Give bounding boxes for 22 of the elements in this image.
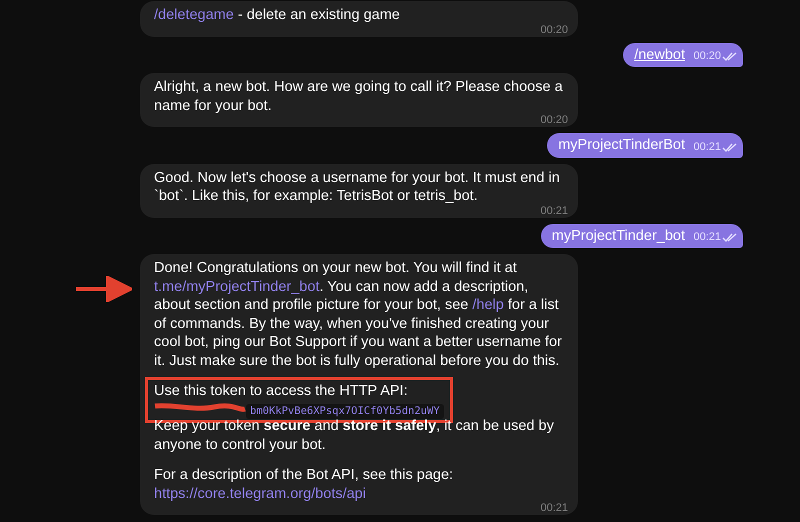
message-text: Good. Now let's choose a username for your bot. It must end in `bot`. Like this, for example: TetrisBot or tetris_bot. (154, 168, 561, 206)
message-time: 00:21 (540, 503, 568, 514)
message-time: 00:20 (540, 115, 568, 126)
message-text: Done! Congratulations on your new bot. You will find it at t.me/myProjectTinder_bot. You can now add a description, about section and profile picture for your bot, see /help for a list of commands. By the way, when you've finished creating your cool bot, ping our Bot Support if you want a better username for it. Just make sure the bot is fully operational before you do this. (154, 259, 563, 370)
link[interactable]: /newbot (634, 46, 685, 62)
link[interactable]: https://core.telegram.org/bots/api (154, 486, 366, 502)
message-time: 00:21 (540, 206, 568, 216)
link[interactable]: /deletegame (154, 7, 234, 23)
message-text: For a description of the Bot API, see this page: https://core.telegram.org/bots/api (154, 466, 454, 503)
link[interactable]: /help (472, 297, 504, 313)
message-time: 00:20 (540, 24, 568, 36)
message-text: Keep your token secure and store it safely, it can be used by anyone to control your bot. (154, 417, 555, 454)
message-text: myProjectTinderBot (558, 136, 685, 154)
message-text: Alright, a new bot. How are we going to call it? Please choose a name for your bot. (154, 78, 564, 115)
message-time: 00:21 (693, 232, 721, 243)
token-text: bm0KkPvBe6XPsqx7OICf0Yb5dn2uWY (246, 404, 444, 418)
message-text: myProjectTinder_bot (552, 226, 685, 245)
message-text: Use this token to access the HTTP API: (154, 383, 408, 399)
link[interactable]: t.me/myProjectTinder_bot (154, 278, 320, 294)
message-text: /deletegame - delete an existing game (154, 6, 400, 24)
message-time: 00:21 (693, 142, 721, 152)
message-time: 00:20 (693, 51, 721, 62)
